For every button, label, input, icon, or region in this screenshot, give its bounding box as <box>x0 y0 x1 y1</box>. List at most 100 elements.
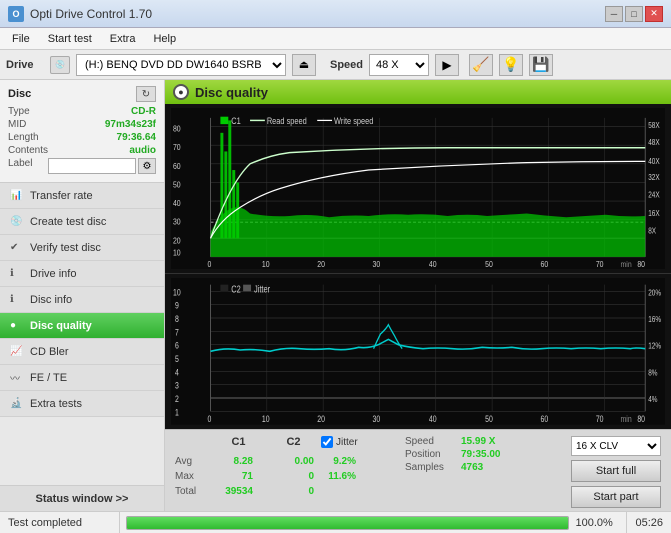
sidebar-item-drive-info[interactable]: ℹ Drive info <box>0 261 164 287</box>
total-c1: 39534 <box>217 486 253 497</box>
svg-text:C1: C1 <box>231 115 241 126</box>
svg-text:32X: 32X <box>648 172 660 182</box>
sidebar: Disc ↻ Type CD-R MID 97m34s23f Length 79… <box>0 80 165 511</box>
svg-text:C2: C2 <box>231 284 241 295</box>
total-label: Total <box>175 486 211 497</box>
svg-text:80: 80 <box>637 414 645 424</box>
disc-label-input[interactable] <box>48 158 136 174</box>
menu-file[interactable]: File <box>4 31 38 47</box>
maximize-button[interactable]: □ <box>625 6 643 22</box>
speed-row-label: Speed <box>405 436 455 447</box>
svg-text:Read speed: Read speed <box>267 115 307 126</box>
disc-title: Disc <box>8 88 31 100</box>
sidebar-item-disc-quality[interactable]: ● Disc quality <box>0 313 164 339</box>
svg-text:70: 70 <box>596 414 604 424</box>
speed-label: Speed <box>330 59 363 71</box>
fe-te-icon: 〰 <box>10 370 26 385</box>
svg-text:60: 60 <box>173 161 181 171</box>
svg-text:20: 20 <box>317 414 325 424</box>
action-buttons: 16 X CLV 8 X CLV 24 X CLV 32 X CLV 48 X … <box>571 436 661 508</box>
svg-text:8X: 8X <box>648 226 656 236</box>
svg-text:20%: 20% <box>648 288 661 298</box>
drive-select[interactable]: (H:) BENQ DVD DD DW1640 BSRB <box>76 54 286 76</box>
close-button[interactable]: ✕ <box>645 6 663 22</box>
disc-contents-value: audio <box>129 145 156 156</box>
menu-extra[interactable]: Extra <box>102 31 144 47</box>
speed-select[interactable]: 48 X 40 X 32 X 24 X 16 X 8 X <box>369 54 429 76</box>
disc-refresh-button[interactable]: ↻ <box>136 86 156 102</box>
svg-text:7: 7 <box>175 328 179 338</box>
drive-bar: Drive 💿 (H:) BENQ DVD DD DW1640 BSRB ⏏ S… <box>0 50 671 80</box>
svg-text:0: 0 <box>208 259 212 269</box>
menu-help[interactable]: Help <box>145 31 184 47</box>
svg-text:60: 60 <box>541 259 549 269</box>
svg-text:80: 80 <box>637 259 645 269</box>
sidebar-item-fe-te[interactable]: 〰 FE / TE <box>0 365 164 391</box>
save-button[interactable]: 💾 <box>529 54 553 76</box>
stats-max-row: Max 71 0 11.6% <box>175 471 395 482</box>
disc-info-icon: ℹ <box>10 294 26 305</box>
speed-arrow-button[interactable]: ▶ <box>435 54 459 76</box>
status-text: Test completed <box>0 512 120 533</box>
position-row-label: Position <box>405 449 455 460</box>
svg-text:16X: 16X <box>648 208 660 218</box>
svg-text:40: 40 <box>429 414 437 424</box>
disc-length-label: Length <box>8 132 39 143</box>
content-area: ● Disc quality <box>165 80 671 511</box>
svg-text:10: 10 <box>262 414 270 424</box>
eject-button[interactable]: ⏏ <box>292 54 316 76</box>
disc-quality-title: Disc quality <box>195 85 268 100</box>
svg-text:20: 20 <box>173 236 181 246</box>
disc-length-value: 79:36.64 <box>117 132 156 143</box>
max-c1: 71 <box>217 471 253 482</box>
svg-text:Jitter: Jitter <box>254 284 270 295</box>
svg-text:40: 40 <box>173 198 181 208</box>
svg-text:20: 20 <box>317 259 325 269</box>
minimize-button[interactable]: ─ <box>605 6 623 22</box>
chart1-wrapper: 80 70 60 50 40 30 20 10 58X 48X 40X 32X … <box>165 104 671 274</box>
disc-panel: Disc ↻ Type CD-R MID 97m34s23f Length 79… <box>0 80 164 183</box>
progress-text: 100.0% <box>575 517 620 529</box>
info-button[interactable]: 💡 <box>499 54 523 76</box>
drive-label: Drive <box>6 59 44 71</box>
svg-text:1: 1 <box>175 408 179 418</box>
svg-text:min: min <box>621 414 632 424</box>
start-part-button[interactable]: Start part <box>571 486 661 508</box>
stats-avg-row: Avg 8.28 0.00 9.2% <box>175 456 395 467</box>
speed-clv-select[interactable]: 16 X CLV 8 X CLV 24 X CLV 32 X CLV 48 X … <box>571 436 661 456</box>
disc-contents-row: Contents audio <box>8 145 156 156</box>
stats-bar: C1 C2 Jitter Avg 8.28 0.00 9.2% Max <box>165 429 671 511</box>
chart1-svg: 80 70 60 50 40 30 20 10 58X 48X 40X 32X … <box>171 108 665 269</box>
jitter-checkbox[interactable] <box>321 436 333 448</box>
erase-button[interactable]: 🧹 <box>469 54 493 76</box>
time-text: 05:26 <box>626 512 671 533</box>
status-window-button[interactable]: Status window >> <box>0 485 164 511</box>
sidebar-item-extra-tests[interactable]: 🔬 Extra tests <box>0 391 164 417</box>
avg-c2: 0.00 <box>259 456 314 467</box>
stats-total-row: Total 39534 0 <box>175 486 395 497</box>
sidebar-item-verify-test-disc[interactable]: ✔ Verify test disc <box>0 235 164 261</box>
disc-quality-header: ● Disc quality <box>165 80 671 104</box>
sidebar-item-transfer-rate[interactable]: 📊 Transfer rate <box>0 183 164 209</box>
disc-type-value: CD-R <box>131 106 156 117</box>
status-bar: Test completed 100.0% 05:26 <box>0 511 671 533</box>
speed-row: Speed 15.99 X <box>405 436 525 447</box>
disc-settings-button[interactable]: ⚙ <box>138 158 156 174</box>
sidebar-item-cd-bler[interactable]: 📈 CD Bler <box>0 339 164 365</box>
disc-label-row: Label ⚙ <box>8 158 156 174</box>
sidebar-item-disc-info[interactable]: ℹ Disc info <box>0 287 164 313</box>
speed-row-value: 15.99 X <box>461 436 495 447</box>
avg-jitter: 9.2% <box>320 456 356 467</box>
total-c2: 0 <box>259 486 314 497</box>
start-full-button[interactable]: Start full <box>571 460 661 482</box>
menu-bar: File Start test Extra Help <box>0 28 671 50</box>
title-bar: O Opti Drive Control 1.70 ─ □ ✕ <box>0 0 671 28</box>
disc-label-label: Label <box>8 158 32 174</box>
svg-text:4%: 4% <box>648 394 657 404</box>
nav-items: 📊 Transfer rate 💿 Create test disc ✔ Ver… <box>0 183 164 485</box>
svg-text:70: 70 <box>173 142 181 152</box>
svg-text:50: 50 <box>485 259 493 269</box>
sidebar-item-create-test-disc[interactable]: 💿 Create test disc <box>0 209 164 235</box>
menu-start-test[interactable]: Start test <box>40 31 100 47</box>
app-title: Opti Drive Control 1.70 <box>30 7 152 21</box>
